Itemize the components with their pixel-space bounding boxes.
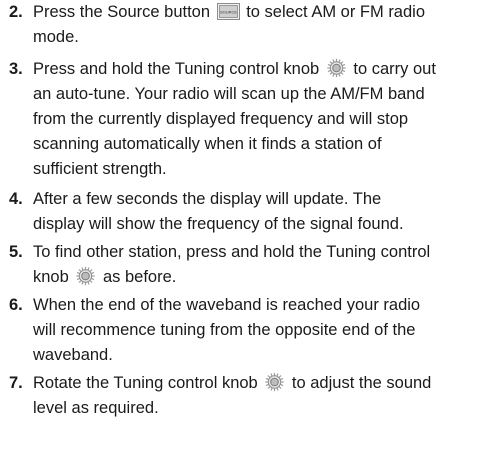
step-text-line: display will show the frequency of the s… bbox=[33, 212, 404, 237]
step-text-line: mode. bbox=[33, 25, 425, 50]
text-run: sufficient strength. bbox=[33, 160, 167, 178]
step-text-line: an auto-tune. Your radio will scan up th… bbox=[33, 82, 436, 107]
step-text-line: When the end of the waveband is reached … bbox=[33, 293, 420, 318]
text-run: scanning automatically when it finds a s… bbox=[33, 135, 382, 153]
text-run: Press the Source button bbox=[33, 3, 215, 21]
step-text: When the end of the waveband is reached … bbox=[33, 293, 420, 368]
text-run: After a few seconds the display will upd… bbox=[33, 190, 382, 208]
step-text-line: Press the Source button SOURCE to select… bbox=[33, 0, 425, 25]
step-number: 2. bbox=[9, 3, 23, 21]
step-text-line: level as required. bbox=[33, 396, 431, 421]
text-run: to adjust the sound bbox=[287, 374, 432, 392]
tuning-knob-icon bbox=[326, 58, 347, 78]
text-run: mode. bbox=[33, 28, 79, 46]
step-text-line: will recommence tuning from the opposite… bbox=[33, 318, 420, 343]
tuning-knob-icon bbox=[264, 372, 285, 392]
step-text-line: Press and hold the Tuning control knob t… bbox=[33, 57, 436, 82]
source-button-icon: SOURCE bbox=[216, 3, 240, 20]
text-run: from the currently displayed frequency a… bbox=[33, 110, 409, 128]
step-number: 3. bbox=[9, 60, 23, 78]
text-run: Press and hold the Tuning control knob bbox=[33, 60, 324, 78]
step-text: After a few seconds the display will upd… bbox=[33, 187, 404, 237]
step-text-line: Rotate the Tuning control knob to adjust… bbox=[33, 371, 431, 396]
text-run: as before. bbox=[98, 268, 177, 286]
step-text: Press and hold the Tuning control knob t… bbox=[33, 57, 436, 182]
text-run: To find other station, press and hold th… bbox=[33, 243, 431, 261]
step-text-line: sufficient strength. bbox=[33, 157, 436, 182]
text-run: waveband. bbox=[33, 346, 113, 364]
step-text-line: After a few seconds the display will upd… bbox=[33, 187, 404, 212]
text-run: level as required. bbox=[33, 399, 159, 417]
text-run: an auto-tune. Your radio will scan up th… bbox=[33, 85, 425, 103]
step-text-line: from the currently displayed frequency a… bbox=[33, 107, 436, 132]
text-run: will recommence tuning from the opposite… bbox=[33, 321, 416, 339]
step-text: Rotate the Tuning control knob to adjust… bbox=[33, 371, 431, 421]
step-text: To find other station, press and hold th… bbox=[33, 240, 430, 290]
text-run: to select AM or FM radio bbox=[241, 3, 426, 21]
text-run: Rotate the Tuning control knob bbox=[33, 374, 263, 392]
tuning-knob-icon bbox=[75, 266, 96, 286]
step-text: Press the Source button SOURCE to select… bbox=[33, 0, 425, 50]
step-text-line: scanning automatically when it finds a s… bbox=[33, 132, 436, 157]
step-text-line: waveband. bbox=[33, 343, 420, 368]
step-number: 5. bbox=[9, 243, 23, 261]
text-run: display will show the frequency of the s… bbox=[33, 215, 404, 233]
step-text-line: knob as before. bbox=[33, 265, 430, 290]
text-run: to carry out bbox=[348, 60, 436, 78]
text-run: When the end of the waveband is reached … bbox=[33, 296, 421, 314]
step-number: 4. bbox=[9, 190, 23, 208]
step-number: 7. bbox=[9, 374, 23, 392]
text-run: knob bbox=[33, 268, 74, 286]
source-button-icon-label: SOURCE bbox=[220, 10, 237, 15]
step-number: 6. bbox=[9, 296, 23, 314]
step-text-line: To find other station, press and hold th… bbox=[33, 240, 430, 265]
